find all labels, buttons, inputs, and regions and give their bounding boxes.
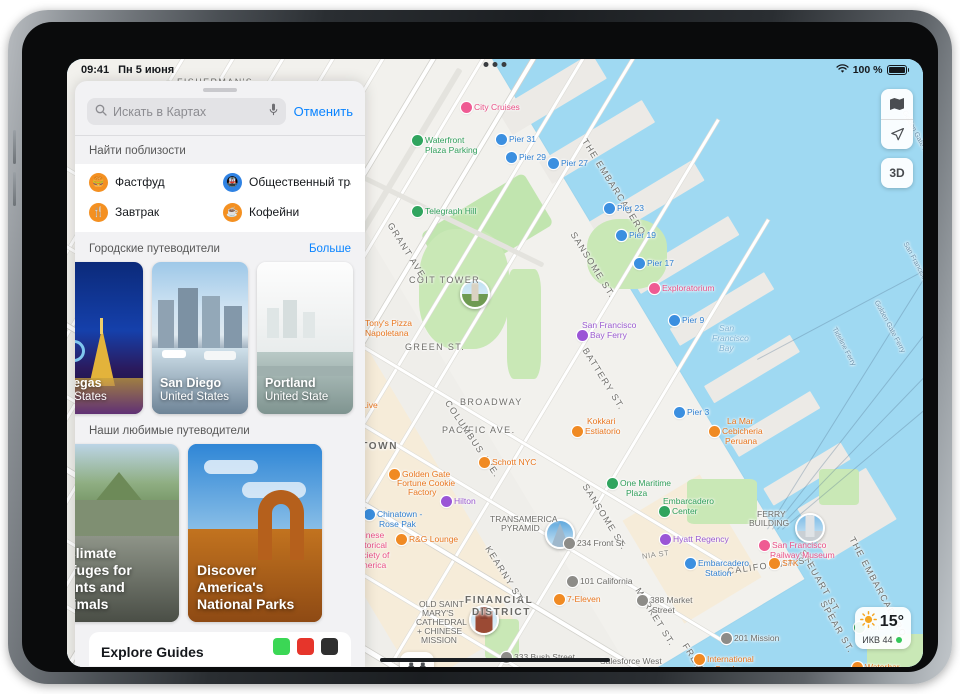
nearby-item-0[interactable]: 🍔 Фастфуд <box>89 172 217 192</box>
ipad-screen: FINANCIAL DISTRICT INATOWN BROADWAY PACIFIC … <box>67 59 923 667</box>
location-arrow-icon[interactable] <box>881 119 913 149</box>
files-icon[interactable] <box>321 638 338 655</box>
map-poi-pin[interactable] <box>852 662 863 667</box>
status-time: 09:41 <box>81 64 110 76</box>
search-input[interactable]: Искать в Картах <box>87 98 286 125</box>
map-poi-pin[interactable] <box>669 315 680 326</box>
map-poi-pin[interactable] <box>616 230 627 241</box>
nearby-item-1[interactable]: 🚇 Общественный тра <box>223 172 351 192</box>
home-indicator[interactable] <box>380 658 610 662</box>
map-poi-pin[interactable] <box>659 506 670 517</box>
ferry-building-pin[interactable] <box>795 513 825 543</box>
map-poi-pin[interactable] <box>412 206 423 217</box>
map-poi-pin[interactable] <box>506 152 517 163</box>
search-panel: Искать в Картах Отменить Найти поблизост… <box>75 81 365 667</box>
wifi-icon <box>836 63 849 77</box>
map-poi-pin[interactable] <box>461 102 472 113</box>
map-poi-pin[interactable] <box>364 509 375 520</box>
weather-temperature: 15° <box>879 613 904 630</box>
ipad-frame: FINANCIAL DISTRICT INATOWN BROADWAY PACIFIC … <box>8 10 952 684</box>
favourite-guide-card[interactable]: 9 Climate Refuges for Plants and Animals <box>75 443 179 622</box>
map-poi-pin[interactable] <box>567 576 578 587</box>
map-poi-pin[interactable] <box>396 534 407 545</box>
city-guides-more-button[interactable]: Больше <box>309 243 351 255</box>
aqi-status-dot <box>895 637 902 643</box>
map-poi-pin[interactable] <box>721 633 732 644</box>
ipad-bezel: FINANCIAL DISTRICT INATOWN BROADWAY PACIFIC … <box>22 22 938 672</box>
panel-grabber[interactable] <box>203 88 237 92</box>
microphone-icon[interactable] <box>269 103 278 121</box>
map-poi-pin[interactable] <box>759 540 770 551</box>
map-poi-pin[interactable] <box>769 558 780 569</box>
weather-widget[interactable]: 15° ИКВ 44 <box>854 607 911 649</box>
nearby-item-2[interactable]: 🍴 Завтрак <box>89 202 217 222</box>
map-poi-pin[interactable] <box>548 158 559 169</box>
coffee-icon: ☕ <box>223 202 242 222</box>
city-guide-card[interactable]: Portland United State <box>257 261 353 414</box>
map-poi-pin[interactable] <box>412 135 423 146</box>
map-poi-pin[interactable] <box>554 594 565 605</box>
city-guide-card[interactable]: s Vegasted States <box>75 261 143 414</box>
nearby-item-label: Кофейни <box>249 205 300 219</box>
map-poi-pin[interactable] <box>685 558 696 569</box>
phone-icon[interactable] <box>297 638 314 655</box>
nearby-item-label: Общественный тра <box>249 175 351 189</box>
old-saint-marys-pin[interactable] <box>469 605 499 635</box>
search-row: Искать в Картах Отменить <box>75 96 365 135</box>
city-guides-title: Городские путеводители <box>89 242 220 255</box>
favourite-guides-title: Наши любимые путеводители <box>89 424 250 437</box>
volume-down-button[interactable] <box>13 172 16 206</box>
map-controls: 3D <box>881 89 913 197</box>
status-date: Пн 5 июня <box>118 64 175 76</box>
map-poi-pin[interactable] <box>607 478 618 489</box>
city-guides-carousel[interactable]: s Vegasted StatesSan DiegoUnited StatesP… <box>75 261 365 414</box>
panel-divider <box>75 135 365 136</box>
map-poi-pin[interactable] <box>604 203 615 214</box>
map-poi-pin[interactable] <box>674 407 685 418</box>
battery-icon <box>886 65 909 75</box>
camera-notch <box>483 62 507 67</box>
map-poi-pin[interactable] <box>649 283 660 294</box>
map-poi-pin[interactable] <box>660 534 671 545</box>
search-placeholder: Искать в Картах <box>113 104 207 119</box>
map-poi-pin[interactable] <box>694 654 705 665</box>
volume-up-button[interactable] <box>13 130 16 164</box>
sun-icon <box>859 611 877 633</box>
favourite-guide-card[interactable]: Discover America's National Parks <box>188 443 322 622</box>
3d-toggle-button[interactable]: 3D <box>881 158 913 188</box>
search-icon <box>95 103 107 121</box>
fastfood-icon: 🍔 <box>89 172 108 192</box>
map-poi-pin[interactable] <box>709 426 720 437</box>
breakfast-icon: 🍴 <box>89 202 108 222</box>
map-poi-pin[interactable] <box>389 469 400 480</box>
map-poi-pin[interactable] <box>637 595 648 606</box>
nearby-title: Найти поблизости <box>89 144 186 157</box>
map-icon[interactable] <box>881 89 913 119</box>
map-poi-pin[interactable] <box>572 426 583 437</box>
city-guides-header: Городские путеводители Больше <box>75 232 365 262</box>
map-poi-pin[interactable] <box>479 457 490 468</box>
nearby-item-3[interactable]: ☕ Кофейни <box>223 202 351 222</box>
map-poi-pin[interactable] <box>496 134 507 145</box>
map-poi-pin[interactable] <box>634 258 645 269</box>
nearby-item-label: Фастфуд <box>115 175 165 189</box>
favourite-guides-carousel[interactable]: 9 Climate Refuges for Plants and Animals… <box>75 443 365 622</box>
nearby-section: 🍔 Фастфуд 🚇 Общественный тра 🍴 Завтрак ☕ Кофейн… <box>75 163 365 232</box>
battery-percent: 100 % <box>852 64 883 76</box>
screenshot-root: FINANCIAL DISTRICT INATOWN BROADWAY PACIFIC … <box>0 0 960 694</box>
favourite-guides-header: Наши любимые путеводители <box>75 414 365 444</box>
coit-tower-pin[interactable] <box>460 279 490 309</box>
cancel-button[interactable]: Отменить <box>294 104 353 119</box>
city-guide-card[interactable]: San Diego United States <box>152 261 248 414</box>
dock[interactable] <box>273 638 338 655</box>
map-poi-pin[interactable] <box>564 538 575 549</box>
nearby-item-label: Завтрак <box>115 205 160 219</box>
aqi-label: ИКВ 44 <box>862 635 893 645</box>
map-poi-pin[interactable] <box>441 496 452 507</box>
map-poi-pin[interactable] <box>577 330 588 341</box>
transit-icon: 🚇 <box>223 172 242 192</box>
facetime-icon[interactable] <box>273 638 290 655</box>
